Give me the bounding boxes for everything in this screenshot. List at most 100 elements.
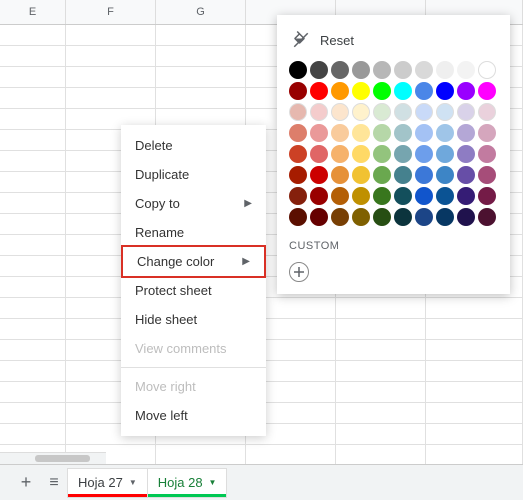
color-swatch[interactable] [331,187,349,205]
menu-item-hide-sheet[interactable]: Hide sheet [121,305,266,334]
color-swatch[interactable] [394,124,412,142]
chevron-down-icon[interactable]: ▼ [129,478,137,487]
column-header[interactable]: G [156,0,246,24]
color-swatch[interactable] [394,166,412,184]
color-swatch[interactable] [478,82,496,100]
cell[interactable] [66,25,156,45]
color-swatch[interactable] [373,82,391,100]
cell[interactable] [0,25,66,45]
color-swatch[interactable] [415,61,433,79]
color-swatch[interactable] [457,124,475,142]
color-swatch[interactable] [352,208,370,226]
cell[interactable] [336,298,426,318]
color-swatch[interactable] [352,124,370,142]
color-swatch[interactable] [436,166,454,184]
cell[interactable] [0,67,66,87]
cell[interactable] [0,214,66,234]
cell[interactable] [156,445,246,465]
menu-item-protect-sheet[interactable]: Protect sheet [121,276,266,305]
color-swatch[interactable] [289,208,307,226]
color-swatch[interactable] [352,103,370,121]
cell[interactable] [426,319,523,339]
add-custom-color-button[interactable] [289,262,309,282]
color-swatch[interactable] [310,124,328,142]
color-swatch[interactable] [436,145,454,163]
cell[interactable] [336,382,426,402]
color-swatch[interactable] [436,187,454,205]
cell[interactable] [0,172,66,192]
cell[interactable] [0,256,66,276]
color-swatch[interactable] [415,187,433,205]
cell[interactable] [156,46,246,66]
color-swatch[interactable] [289,124,307,142]
cell[interactable] [336,445,426,465]
color-swatch[interactable] [331,124,349,142]
color-swatch[interactable] [289,82,307,100]
cell[interactable] [0,361,66,381]
reset-button[interactable]: Reset [289,27,498,61]
color-swatch[interactable] [394,61,412,79]
color-swatch[interactable] [457,208,475,226]
color-swatch[interactable] [394,103,412,121]
cell[interactable] [0,88,66,108]
sheet-tab-hoja-28[interactable]: Hoja 28▼ [147,468,228,498]
cell[interactable] [156,88,246,108]
cell[interactable] [426,361,523,381]
menu-item-rename[interactable]: Rename [121,218,266,247]
column-header[interactable]: E [0,0,66,24]
add-sheet-button[interactable]: + [12,469,40,497]
color-swatch[interactable] [478,166,496,184]
color-swatch[interactable] [352,166,370,184]
color-swatch[interactable] [331,82,349,100]
color-swatch[interactable] [289,61,307,79]
menu-item-move-left[interactable]: Move left [121,401,266,430]
color-swatch[interactable] [310,208,328,226]
color-swatch[interactable] [457,166,475,184]
color-swatch[interactable] [310,82,328,100]
cell[interactable] [336,361,426,381]
color-swatch[interactable] [310,187,328,205]
color-swatch[interactable] [478,124,496,142]
color-swatch[interactable] [331,208,349,226]
color-swatch[interactable] [436,82,454,100]
cell[interactable] [0,151,66,171]
cell[interactable] [426,298,523,318]
cell[interactable] [66,88,156,108]
color-swatch[interactable] [436,208,454,226]
cell[interactable] [0,298,66,318]
cell[interactable] [336,403,426,423]
color-swatch[interactable] [289,187,307,205]
cell[interactable] [0,109,66,129]
cell[interactable] [66,46,156,66]
color-swatch[interactable] [331,103,349,121]
column-header[interactable]: F [66,0,156,24]
color-swatch[interactable] [478,145,496,163]
chevron-down-icon[interactable]: ▼ [209,478,217,487]
color-swatch[interactable] [352,82,370,100]
color-swatch[interactable] [352,61,370,79]
color-swatch[interactable] [415,82,433,100]
cell[interactable] [0,382,66,402]
color-swatch[interactable] [331,145,349,163]
color-swatch[interactable] [436,103,454,121]
color-swatch[interactable] [373,103,391,121]
color-swatch[interactable] [373,124,391,142]
color-swatch[interactable] [310,166,328,184]
color-swatch[interactable] [373,61,391,79]
menu-item-change-color[interactable]: Change color▶ [121,245,266,278]
color-swatch[interactable] [415,208,433,226]
cell[interactable] [156,25,246,45]
menu-item-duplicate[interactable]: Duplicate [121,160,266,189]
cell[interactable] [426,445,523,465]
cell[interactable] [336,424,426,444]
color-swatch[interactable] [373,208,391,226]
color-swatch[interactable] [394,187,412,205]
color-swatch[interactable] [289,166,307,184]
color-swatch[interactable] [394,82,412,100]
color-swatch[interactable] [373,145,391,163]
color-swatch[interactable] [478,61,496,79]
color-swatch[interactable] [415,145,433,163]
cell[interactable] [426,340,523,360]
color-swatch[interactable] [394,208,412,226]
cell[interactable] [0,130,66,150]
